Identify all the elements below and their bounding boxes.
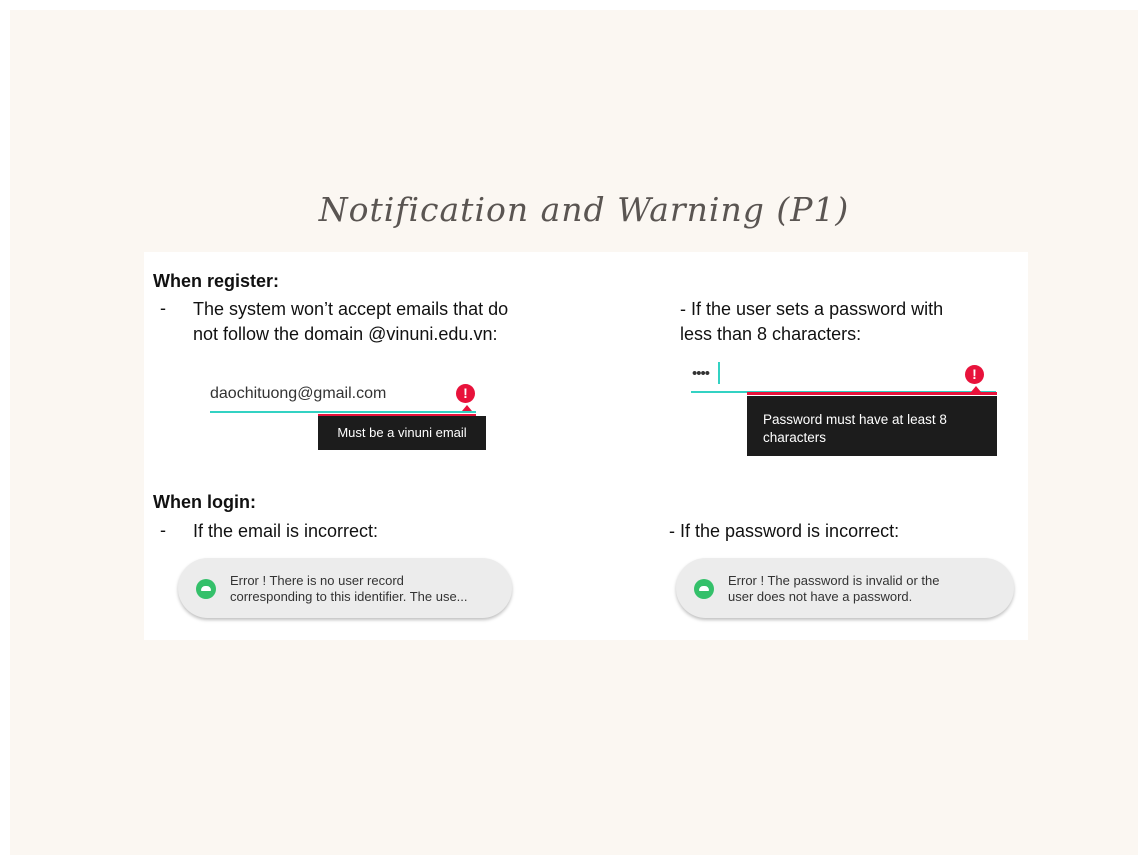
email-field[interactable]: daochituong@gmail.com bbox=[210, 385, 386, 403]
rule-line: less than 8 characters: bbox=[680, 324, 862, 344]
email-field-underline bbox=[210, 411, 476, 413]
toast-message: Error ! The password is invalid or the u… bbox=[728, 573, 940, 604]
tooltip-line: characters bbox=[763, 430, 827, 445]
login-heading: When login: bbox=[153, 492, 256, 512]
exclamation-icon: ! bbox=[456, 384, 475, 403]
password-field[interactable]: •••• bbox=[692, 365, 710, 382]
password-error-tooltip: Password must have at least 8 characters bbox=[747, 396, 997, 456]
rule-line: - If the user sets a password with bbox=[680, 299, 944, 319]
bullet-dash: - bbox=[160, 520, 166, 540]
password-error-toast: Error ! The password is invalid or the u… bbox=[676, 558, 1014, 618]
text-cursor bbox=[718, 362, 720, 384]
rule-line: not follow the domain @vinuni.edu.vn: bbox=[193, 324, 498, 344]
email-error-tooltip: Must be a vinuni email bbox=[318, 416, 486, 450]
register-heading: When register: bbox=[153, 271, 280, 291]
tooltip-redline bbox=[747, 392, 997, 395]
android-icon bbox=[196, 579, 216, 599]
android-icon bbox=[694, 579, 714, 599]
slide-title: Notification and Warning (P1) bbox=[318, 190, 850, 229]
tooltip-line: Password must have at least 8 bbox=[763, 412, 947, 427]
register-password-rule: - If the user sets a password with less … bbox=[680, 297, 1020, 347]
email-error-toast: Error ! There is no user record correspo… bbox=[178, 558, 512, 618]
tooltip-arrow bbox=[462, 405, 472, 411]
slide: Notification and Warning (P1) When regis… bbox=[10, 10, 1138, 855]
content-panel: When register: - The system won’t accept… bbox=[144, 252, 1028, 640]
login-email-rule: If the email is incorrect: bbox=[193, 521, 379, 541]
login-password-rule: - If the password is incorrect: bbox=[669, 521, 900, 541]
rule-line: The system won’t accept emails that do bbox=[193, 299, 509, 319]
bullet-dash: - bbox=[160, 298, 166, 318]
register-email-rule: The system won’t accept emails that do n… bbox=[193, 297, 613, 347]
exclamation-icon: ! bbox=[965, 365, 984, 384]
toast-message: Error ! There is no user record correspo… bbox=[230, 573, 468, 604]
